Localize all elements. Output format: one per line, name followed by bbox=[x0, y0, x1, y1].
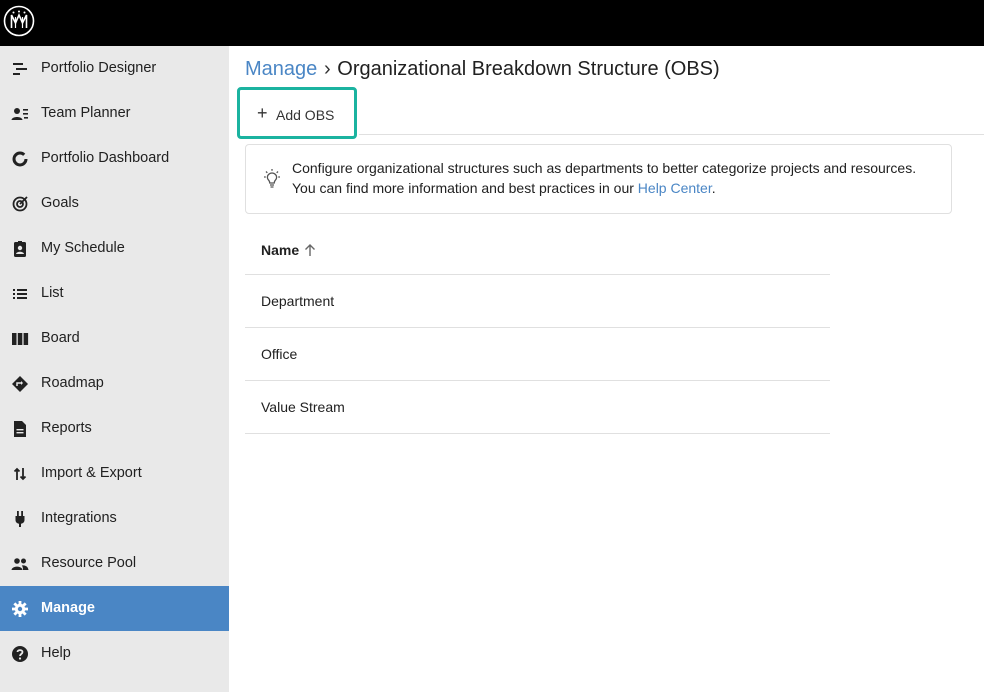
sidebar-item-label: List bbox=[41, 285, 64, 301]
help-icon bbox=[11, 645, 29, 663]
sidebar-item-help[interactable]: Help bbox=[0, 631, 229, 676]
chevron-right-icon: › bbox=[323, 58, 331, 80]
sidebar-item-board[interactable]: Board bbox=[0, 316, 229, 361]
lightbulb-icon bbox=[264, 169, 280, 188]
team-planner-icon bbox=[11, 105, 29, 123]
sidebar-item-label: Portfolio Designer bbox=[41, 60, 157, 76]
name-column-header[interactable]: Name bbox=[261, 240, 299, 260]
info-line-2-suffix: . bbox=[711, 180, 716, 196]
sidebar-item-label: Manage bbox=[41, 600, 95, 616]
integrations-icon bbox=[11, 510, 29, 528]
sidebar-item-label: My Schedule bbox=[41, 240, 125, 256]
dashboard-icon bbox=[11, 150, 29, 168]
list-icon bbox=[11, 285, 29, 303]
main-content: Manage › Organizational Breakdown Structur… bbox=[229, 46, 984, 692]
import-export-icon bbox=[11, 465, 29, 483]
table-row[interactable]: Department bbox=[245, 275, 830, 328]
sidebar-item-label: Reports bbox=[41, 420, 92, 436]
info-text: Configure organizational structures such… bbox=[292, 158, 916, 198]
info-line-2-text: You can find more information and best p… bbox=[292, 180, 638, 196]
board-icon bbox=[11, 330, 29, 348]
sidebar-item-label: Resource Pool bbox=[41, 555, 137, 571]
row-name: Department bbox=[261, 293, 335, 309]
sidebar-item-label: Import & Export bbox=[41, 465, 142, 481]
reports-icon bbox=[11, 420, 29, 438]
info-line-2: You can find more information and best p… bbox=[292, 178, 916, 198]
sidebar-item-portfolio-designer[interactable]: Portfolio Designer bbox=[0, 46, 229, 91]
mm-logo-icon[interactable] bbox=[3, 5, 35, 37]
add-obs-button[interactable]: + Add OBS bbox=[237, 87, 357, 139]
goals-icon bbox=[11, 195, 29, 213]
sidebar-item-manage[interactable]: Manage bbox=[0, 586, 229, 631]
sidebar-item-goals[interactable]: Goals bbox=[0, 181, 229, 226]
table-row[interactable]: Office bbox=[245, 328, 830, 381]
roadmap-icon bbox=[11, 375, 29, 393]
sidebar-item-label: Help bbox=[41, 645, 71, 661]
toolbar-divider bbox=[359, 134, 984, 135]
sidebar-item-team-planner[interactable]: Team Planner bbox=[0, 91, 229, 136]
sidebar-item-label: Portfolio Dashboard bbox=[41, 150, 170, 166]
sidebar-item-resource-pool[interactable]: Resource Pool bbox=[0, 541, 229, 586]
sidebar-item-label: Board bbox=[41, 330, 80, 346]
sidebar-item-import-export[interactable]: Import & Export bbox=[0, 451, 229, 496]
gear-icon bbox=[11, 600, 29, 618]
sidebar-item-label: Roadmap bbox=[41, 375, 104, 391]
sidebar-item-integrations[interactable]: Integrations bbox=[0, 496, 229, 541]
help-center-link[interactable]: Help Center bbox=[638, 180, 712, 196]
sidebar-item-roadmap[interactable]: Roadmap bbox=[0, 361, 229, 406]
sidebar-item-reports[interactable]: Reports bbox=[0, 406, 229, 451]
top-bar bbox=[0, 0, 984, 46]
table-header: Name bbox=[245, 226, 830, 275]
portfolio-designer-icon bbox=[11, 60, 29, 78]
breadcrumb: Manage › Organizational Breakdown Structur… bbox=[245, 57, 720, 81]
page-title: Organizational Breakdown Structure (OBS) bbox=[337, 58, 720, 80]
sidebar-item-label: Integrations bbox=[41, 510, 117, 526]
arrow-up-icon[interactable] bbox=[302, 240, 318, 260]
table-row[interactable]: Value Stream bbox=[245, 381, 830, 434]
sidebar: Portfolio Designer Team Planner Portfoli… bbox=[0, 46, 229, 692]
sidebar-item-label: Team Planner bbox=[41, 105, 131, 121]
row-name: Value Stream bbox=[261, 399, 345, 415]
sidebar-item-label: Goals bbox=[41, 195, 79, 211]
resource-pool-icon bbox=[11, 555, 29, 573]
schedule-icon bbox=[11, 240, 29, 258]
info-banner: Configure organizational structures such… bbox=[245, 144, 952, 214]
sidebar-item-my-schedule[interactable]: My Schedule bbox=[0, 226, 229, 271]
breadcrumb-manage-link[interactable]: Manage bbox=[245, 58, 317, 80]
sidebar-item-portfolio-dashboard[interactable]: Portfolio Dashboard bbox=[0, 136, 229, 181]
row-name: Office bbox=[261, 346, 298, 362]
add-obs-label: Add OBS bbox=[276, 107, 335, 123]
plus-icon: + bbox=[257, 103, 268, 123]
info-line-1: Configure organizational structures such… bbox=[292, 160, 917, 176]
sidebar-item-list[interactable]: List bbox=[0, 271, 229, 316]
